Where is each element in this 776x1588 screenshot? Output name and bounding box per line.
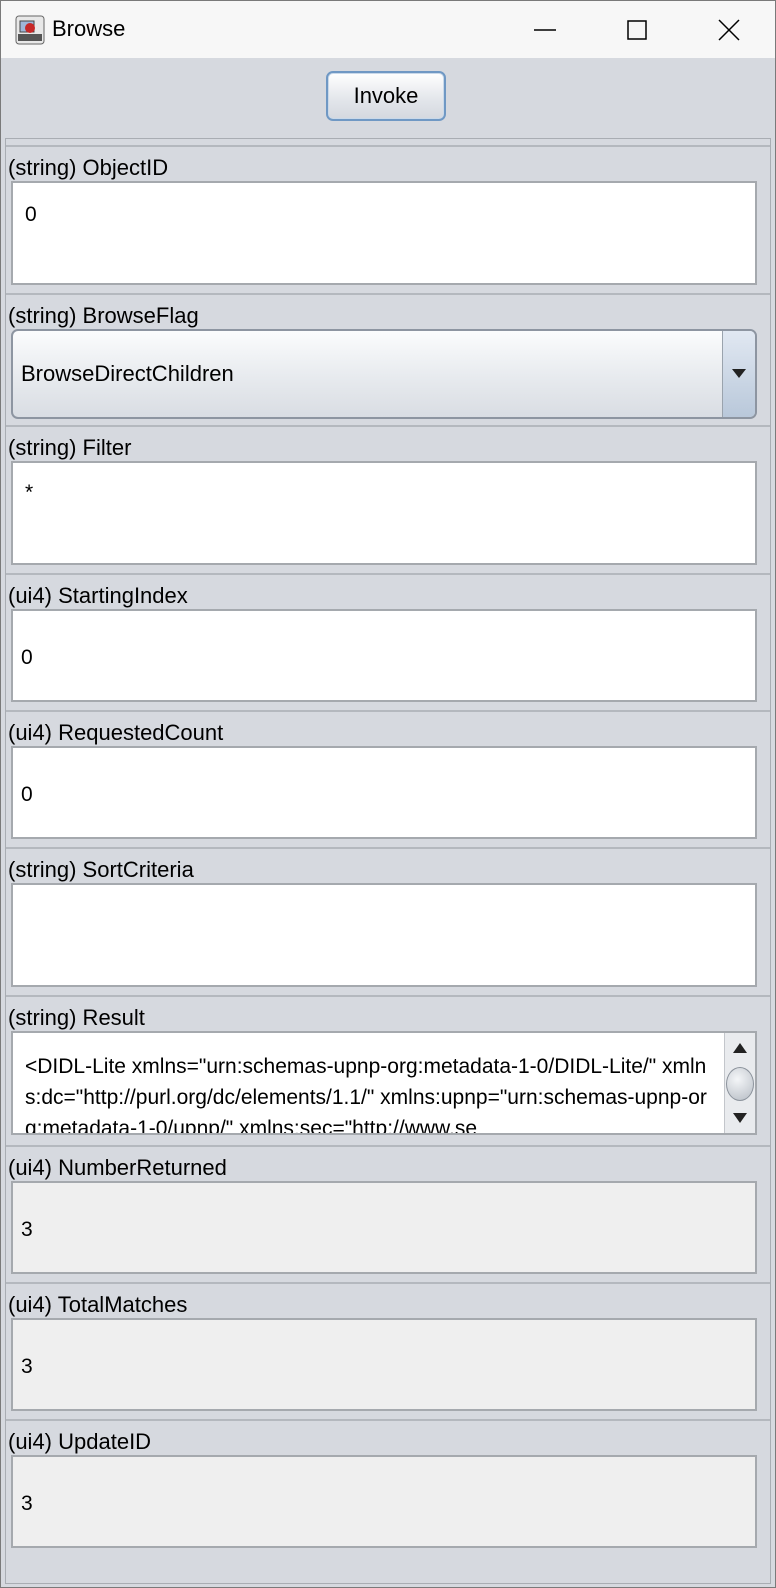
field-sortcriteria: (string) SortCriteria	[6, 847, 770, 995]
startingindex-input[interactable]: 0	[11, 609, 757, 702]
field-updateid: (ui4) UpdateID 3	[6, 1419, 770, 1557]
toolbar: Invoke	[1, 58, 775, 138]
numberreturned-field: 3	[11, 1181, 757, 1274]
title-bar[interactable]: Browse	[1, 1, 775, 58]
close-button[interactable]	[683, 1, 775, 58]
requestedcount-input[interactable]: 0	[11, 746, 757, 839]
chevron-down-icon[interactable]	[722, 331, 755, 417]
minimize-icon	[534, 28, 556, 31]
scroll-up-button[interactable]	[725, 1035, 755, 1061]
window-title: Browse	[52, 16, 126, 41]
input-value: *	[25, 481, 34, 504]
maximize-icon	[627, 19, 647, 40]
field-label: (string) Filter	[8, 435, 132, 460]
field-label: (string) ObjectID	[8, 155, 169, 180]
minimize-button[interactable]	[499, 1, 591, 58]
dropdown-value: BrowseDirectChildren	[21, 361, 234, 386]
input-value: 0	[21, 646, 33, 669]
input-value: 3	[21, 1492, 33, 1515]
field-result: (string) Result <DIDL-Lite xmlns="urn:sc…	[6, 995, 770, 1145]
field-label: (ui4) NumberReturned	[8, 1155, 227, 1180]
input-value: 3	[21, 1355, 33, 1378]
field-label: (string) Result	[8, 1005, 145, 1030]
scroll-thumb[interactable]	[726, 1067, 754, 1101]
field-objectid: (string) ObjectID 0	[6, 145, 770, 293]
field-startingindex: (ui4) StartingIndex 0	[6, 573, 770, 710]
invoke-button[interactable]: Invoke	[326, 71, 446, 121]
field-label: (ui4) UpdateID	[8, 1429, 152, 1454]
field-label: (string) SortCriteria	[8, 857, 194, 882]
arrow-up-icon	[733, 1043, 747, 1053]
input-value: 0	[21, 783, 33, 806]
field-browseflag: (string) BrowseFlag BrowseDirectChildren	[6, 293, 770, 425]
browse-window: Browse Invoke (string) ObjectID 0 (strin…	[0, 0, 776, 1588]
input-value: 0	[25, 203, 37, 226]
totalmatches-field: 3	[11, 1318, 757, 1411]
field-totalmatches: (ui4) TotalMatches 3	[6, 1282, 770, 1419]
field-filter: (string) Filter *	[6, 425, 770, 573]
input-value: 3	[21, 1218, 33, 1241]
scroll-down-button[interactable]	[725, 1105, 755, 1131]
maximize-button[interactable]	[591, 1, 683, 58]
field-label: (ui4) RequestedCount	[8, 720, 224, 745]
result-scrollbar[interactable]	[724, 1033, 755, 1133]
objectid-input[interactable]: 0	[11, 181, 757, 285]
browseflag-dropdown[interactable]: BrowseDirectChildren	[11, 329, 757, 419]
field-label: (ui4) TotalMatches	[8, 1292, 188, 1317]
result-textarea[interactable]: <DIDL-Lite xmlns="urn:schemas-upnp-org:m…	[11, 1031, 757, 1135]
close-icon	[718, 18, 740, 41]
result-text: <DIDL-Lite xmlns="urn:schemas-upnp-org:m…	[25, 1055, 707, 1135]
app-icon	[15, 15, 45, 45]
arrow-down-icon	[733, 1113, 747, 1123]
sortcriteria-input[interactable]	[11, 883, 757, 987]
field-numberreturned: (ui4) NumberReturned 3	[6, 1145, 770, 1282]
field-requestedcount: (ui4) RequestedCount 0	[6, 710, 770, 847]
field-label: (string) BrowseFlag	[8, 303, 199, 328]
updateid-field: 3	[11, 1455, 757, 1548]
filter-input[interactable]: *	[11, 461, 757, 565]
field-label: (ui4) StartingIndex	[8, 583, 188, 608]
